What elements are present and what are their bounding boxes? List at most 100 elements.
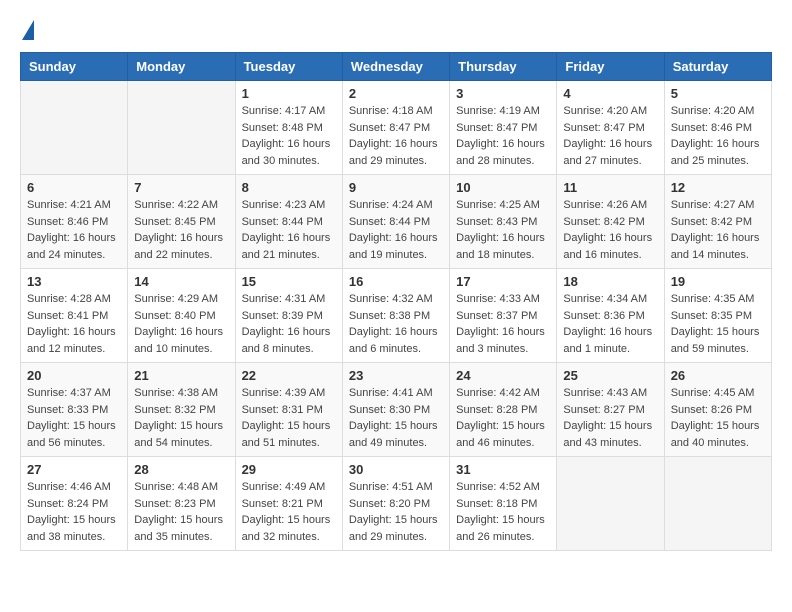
day-info: Sunrise: 4:32 AMSunset: 8:38 PMDaylight:… xyxy=(349,291,443,357)
calendar-cell: 21 Sunrise: 4:38 AMSunset: 8:32 PMDayligh… xyxy=(128,363,235,457)
day-info: Sunrise: 4:49 AMSunset: 8:21 PMDaylight:… xyxy=(242,479,336,545)
day-info: Sunrise: 4:45 AMSunset: 8:26 PMDaylight:… xyxy=(671,385,765,451)
day-info: Sunrise: 4:43 AMSunset: 8:27 PMDaylight:… xyxy=(563,385,657,451)
calendar-week-row: 27 Sunrise: 4:46 AMSunset: 8:24 PMDayligh… xyxy=(21,457,772,551)
day-info: Sunrise: 4:35 AMSunset: 8:35 PMDaylight:… xyxy=(671,291,765,357)
day-info: Sunrise: 4:41 AMSunset: 8:30 PMDaylight:… xyxy=(349,385,443,451)
day-info: Sunrise: 4:21 AMSunset: 8:46 PMDaylight:… xyxy=(27,197,121,263)
day-number: 16 xyxy=(349,274,443,289)
col-header-saturday: Saturday xyxy=(664,53,771,81)
day-info: Sunrise: 4:48 AMSunset: 8:23 PMDaylight:… xyxy=(134,479,228,545)
col-header-tuesday: Tuesday xyxy=(235,53,342,81)
calendar-cell: 23 Sunrise: 4:41 AMSunset: 8:30 PMDayligh… xyxy=(342,363,449,457)
calendar-cell: 7 Sunrise: 4:22 AMSunset: 8:45 PMDaylight… xyxy=(128,175,235,269)
day-number: 21 xyxy=(134,368,228,383)
logo-triangle-icon xyxy=(22,20,34,40)
day-number: 23 xyxy=(349,368,443,383)
calendar-week-row: 20Sunrise: 4:37 AMSunset: 8:33 PMDayligh… xyxy=(21,363,772,457)
calendar-week-row: 6 Sunrise: 4:21 AMSunset: 8:46 PMDaylight… xyxy=(21,175,772,269)
day-info: Sunrise: 4:46 AMSunset: 8:24 PMDaylight:… xyxy=(27,479,121,545)
day-info: Sunrise: 4:28 AMSunset: 8:41 PMDaylight:… xyxy=(27,291,121,357)
day-info: Sunrise: 4:34 AMSunset: 8:36 PMDaylight:… xyxy=(563,291,657,357)
calendar-cell: 19 Sunrise: 4:35 AMSunset: 8:35 PMDayligh… xyxy=(664,269,771,363)
day-info: Sunrise: 4:27 AMSunset: 8:42 PMDaylight:… xyxy=(671,197,765,263)
calendar-header-row: SundayMondayTuesdayWednesdayThursdayFrid… xyxy=(21,53,772,81)
calendar-cell: 16 Sunrise: 4:32 AMSunset: 8:38 PMDayligh… xyxy=(342,269,449,363)
calendar-cell: 18 Sunrise: 4:34 AMSunset: 8:36 PMDayligh… xyxy=(557,269,664,363)
col-header-monday: Monday xyxy=(128,53,235,81)
col-header-friday: Friday xyxy=(557,53,664,81)
calendar-cell: 13 Sunrise: 4:28 AMSunset: 8:41 PMDayligh… xyxy=(21,269,128,363)
day-info: Sunrise: 4:17 AMSunset: 8:48 PMDaylight:… xyxy=(242,103,336,169)
day-number: 4 xyxy=(563,86,657,101)
calendar-cell: 30 Sunrise: 4:51 AMSunset: 8:20 PMDayligh… xyxy=(342,457,449,551)
calendar-cell: 1 Sunrise: 4:17 AMSunset: 8:48 PMDaylight… xyxy=(235,81,342,175)
day-info: Sunrise: 4:19 AMSunset: 8:47 PMDaylight:… xyxy=(456,103,550,169)
day-info: Sunrise: 4:22 AMSunset: 8:45 PMDaylight:… xyxy=(134,197,228,263)
day-number: 20 xyxy=(27,368,121,383)
calendar-cell: 15Sunrise: 4:31 AMSunset: 8:39 PMDayligh… xyxy=(235,269,342,363)
calendar-cell: 3 Sunrise: 4:19 AMSunset: 8:47 PMDaylight… xyxy=(450,81,557,175)
day-number: 31 xyxy=(456,462,550,477)
calendar-week-row: 13 Sunrise: 4:28 AMSunset: 8:41 PMDayligh… xyxy=(21,269,772,363)
day-number: 22 xyxy=(242,368,336,383)
day-number: 19 xyxy=(671,274,765,289)
day-number: 12 xyxy=(671,180,765,195)
day-number: 2 xyxy=(349,86,443,101)
calendar-cell: 17 Sunrise: 4:33 AMSunset: 8:37 PMDayligh… xyxy=(450,269,557,363)
day-number: 28 xyxy=(134,462,228,477)
day-number: 24 xyxy=(456,368,550,383)
calendar-cell: 31Sunrise: 4:52 AMSunset: 8:18 PMDayligh… xyxy=(450,457,557,551)
calendar-cell xyxy=(21,81,128,175)
day-number: 25 xyxy=(563,368,657,383)
calendar-cell: 28 Sunrise: 4:48 AMSunset: 8:23 PMDayligh… xyxy=(128,457,235,551)
day-number: 13 xyxy=(27,274,121,289)
day-number: 1 xyxy=(242,86,336,101)
calendar-cell: 20Sunrise: 4:37 AMSunset: 8:33 PMDayligh… xyxy=(21,363,128,457)
day-number: 30 xyxy=(349,462,443,477)
day-number: 6 xyxy=(27,180,121,195)
calendar-table: SundayMondayTuesdayWednesdayThursdayFrid… xyxy=(20,52,772,551)
calendar-cell: 4 Sunrise: 4:20 AMSunset: 8:47 PMDaylight… xyxy=(557,81,664,175)
calendar-cell: 6 Sunrise: 4:21 AMSunset: 8:46 PMDaylight… xyxy=(21,175,128,269)
day-number: 14 xyxy=(134,274,228,289)
day-info: Sunrise: 4:20 AMSunset: 8:46 PMDaylight:… xyxy=(671,103,765,169)
calendar-cell: 9 Sunrise: 4:24 AMSunset: 8:44 PMDaylight… xyxy=(342,175,449,269)
calendar-cell: 27 Sunrise: 4:46 AMSunset: 8:24 PMDayligh… xyxy=(21,457,128,551)
calendar-cell: 29 Sunrise: 4:49 AMSunset: 8:21 PMDayligh… xyxy=(235,457,342,551)
day-info: Sunrise: 4:25 AMSunset: 8:43 PMDaylight:… xyxy=(456,197,550,263)
calendar-cell: 5 Sunrise: 4:20 AMSunset: 8:46 PMDaylight… xyxy=(664,81,771,175)
day-info: Sunrise: 4:51 AMSunset: 8:20 PMDaylight:… xyxy=(349,479,443,545)
day-info: Sunrise: 4:26 AMSunset: 8:42 PMDaylight:… xyxy=(563,197,657,263)
calendar-cell: 14Sunrise: 4:29 AMSunset: 8:40 PMDayligh… xyxy=(128,269,235,363)
day-number: 8 xyxy=(242,180,336,195)
calendar-cell xyxy=(664,457,771,551)
day-info: Sunrise: 4:31 AMSunset: 8:39 PMDaylight:… xyxy=(242,291,336,357)
day-number: 29 xyxy=(242,462,336,477)
calendar-cell: 22 Sunrise: 4:39 AMSunset: 8:31 PMDayligh… xyxy=(235,363,342,457)
calendar-cell: 8 Sunrise: 4:23 AMSunset: 8:44 PMDaylight… xyxy=(235,175,342,269)
day-number: 9 xyxy=(349,180,443,195)
day-number: 10 xyxy=(456,180,550,195)
calendar-cell: 11Sunrise: 4:26 AMSunset: 8:42 PMDayligh… xyxy=(557,175,664,269)
day-info: Sunrise: 4:38 AMSunset: 8:32 PMDaylight:… xyxy=(134,385,228,451)
day-number: 7 xyxy=(134,180,228,195)
calendar-cell: 25 Sunrise: 4:43 AMSunset: 8:27 PMDayligh… xyxy=(557,363,664,457)
col-header-sunday: Sunday xyxy=(21,53,128,81)
day-info: Sunrise: 4:24 AMSunset: 8:44 PMDaylight:… xyxy=(349,197,443,263)
page-header xyxy=(20,20,772,42)
day-number: 27 xyxy=(27,462,121,477)
day-info: Sunrise: 4:20 AMSunset: 8:47 PMDaylight:… xyxy=(563,103,657,169)
day-number: 18 xyxy=(563,274,657,289)
day-number: 17 xyxy=(456,274,550,289)
day-info: Sunrise: 4:39 AMSunset: 8:31 PMDaylight:… xyxy=(242,385,336,451)
day-number: 3 xyxy=(456,86,550,101)
col-header-wednesday: Wednesday xyxy=(342,53,449,81)
day-info: Sunrise: 4:33 AMSunset: 8:37 PMDaylight:… xyxy=(456,291,550,357)
calendar-cell: 10 Sunrise: 4:25 AMSunset: 8:43 PMDayligh… xyxy=(450,175,557,269)
day-info: Sunrise: 4:42 AMSunset: 8:28 PMDaylight:… xyxy=(456,385,550,451)
calendar-cell xyxy=(557,457,664,551)
calendar-cell: 2Sunrise: 4:18 AMSunset: 8:47 PMDaylight… xyxy=(342,81,449,175)
day-number: 5 xyxy=(671,86,765,101)
day-info: Sunrise: 4:23 AMSunset: 8:44 PMDaylight:… xyxy=(242,197,336,263)
